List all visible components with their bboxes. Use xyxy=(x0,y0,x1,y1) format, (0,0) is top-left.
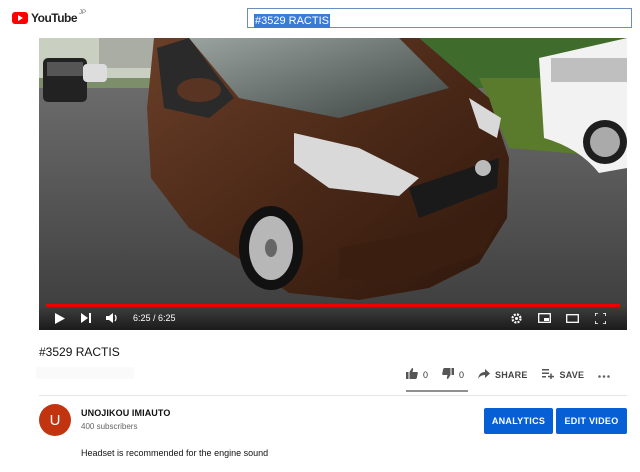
video-title: #3529 RACTIS xyxy=(39,345,120,359)
like-count: 0 xyxy=(423,370,429,380)
subscriber-count: 400 subscribers xyxy=(81,422,138,431)
save-button[interactable]: SAVE xyxy=(541,368,585,382)
player-right-controls xyxy=(503,310,615,326)
top-bar: YouTube JP #3529 RACTIS xyxy=(0,0,640,36)
redacted-view-count xyxy=(36,367,134,379)
thumbs-up-icon xyxy=(406,368,418,382)
volume-icon[interactable] xyxy=(103,310,121,326)
player-controls: 6:25 / 6:25 xyxy=(39,306,627,330)
miniplayer-icon[interactable] xyxy=(535,310,553,326)
time-display: 6:25 / 6:25 xyxy=(133,313,176,323)
analytics-button[interactable]: ANALYTICS xyxy=(484,408,553,434)
search-query: #3529 RACTIS xyxy=(254,14,330,28)
video-actions: 0 0 SHARE SAVE xyxy=(406,367,610,383)
dislike-button[interactable]: 0 xyxy=(442,368,464,382)
divider xyxy=(39,395,627,396)
logo-region: JP xyxy=(79,10,87,16)
theater-mode-icon[interactable] xyxy=(563,310,581,326)
video-description: Headset is recommended for the engine so… xyxy=(81,448,269,458)
thumbs-down-icon xyxy=(442,368,455,382)
share-button[interactable]: SHARE xyxy=(478,368,528,382)
like-button[interactable]: 0 xyxy=(406,368,428,382)
more-horizontal-icon xyxy=(598,369,610,381)
video-frame xyxy=(39,38,627,330)
save-label: SAVE xyxy=(559,370,585,380)
playlist-add-icon xyxy=(541,368,555,382)
more-actions-button[interactable] xyxy=(598,369,610,381)
video-player[interactable]: 6:25 / 6:25 xyxy=(39,38,627,330)
play-icon[interactable] xyxy=(51,310,69,326)
share-label: SHARE xyxy=(495,370,528,380)
play-logo-icon xyxy=(12,12,28,24)
fullscreen-icon[interactable] xyxy=(591,310,609,326)
channel-avatar[interactable]: U xyxy=(39,404,71,436)
search-input[interactable]: #3529 RACTIS xyxy=(247,8,632,28)
next-icon[interactable] xyxy=(77,310,95,326)
dislike-count: 0 xyxy=(459,370,465,380)
share-arrow-icon xyxy=(478,368,491,382)
logo-text: YouTube xyxy=(31,11,78,25)
edit-video-button[interactable]: EDIT VIDEO xyxy=(556,408,627,434)
settings-gear-icon[interactable] xyxy=(507,310,525,326)
channel-name[interactable]: UNOJIKOU IMIAUTO xyxy=(81,408,170,418)
like-ratio-bar xyxy=(406,390,468,392)
youtube-logo[interactable]: YouTube JP xyxy=(12,9,86,27)
